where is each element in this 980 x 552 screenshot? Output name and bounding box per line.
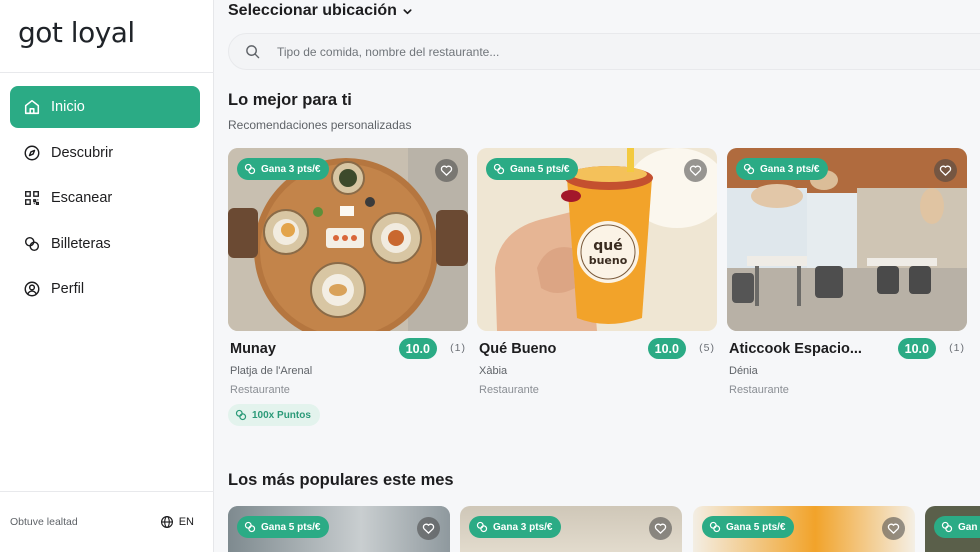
restaurant-name: Munay [230,341,276,357]
compass-icon [23,144,41,162]
favorite-button[interactable] [882,517,905,540]
restaurant-city: Dénia [729,365,758,377]
qr-code-icon [23,189,41,207]
restaurant-type: Restaurante [729,384,789,396]
restaurant-type: Restaurante [479,384,539,396]
points-label: 100x Puntos [252,409,311,421]
coins-icon [23,235,41,253]
section-title-recommended: Lo mejor para ti [228,91,352,109]
popular-card[interactable]: Gana 5 pts/€ [693,506,915,552]
restaurant-image: Gana 3 pts/€ [727,148,967,331]
favorite-button[interactable] [649,517,672,540]
favorite-button[interactable] [934,159,957,182]
popular-card[interactable]: Gana 3 pts/€ [460,506,682,552]
favorite-button[interactable] [435,159,458,182]
svg-text:bueno: bueno [589,254,628,267]
restaurant-card[interactable]: Gana 3 pts/€ Aticcook Espacio... 10.0 (1… [727,148,967,396]
heart-icon [440,165,453,176]
points-rate-badge: Gana 5 pts/€ [237,516,330,538]
sidebar-item-perfil[interactable]: Perfil [10,268,200,310]
heart-icon [689,165,702,176]
restaurant-name: Aticcook Espacio... [729,341,862,357]
sidebar-item-billeteras[interactable]: Billeteras [10,223,200,265]
home-icon [23,98,41,116]
favorite-button[interactable] [417,517,440,540]
search-bar[interactable]: Tipo de comida, nombre del restaurante..… [228,33,980,70]
sidebar-item-escanear[interactable]: Escanear [10,177,200,219]
sidebar-item-label: Descubrir [51,144,114,161]
sidebar-divider [0,72,214,73]
review-count: (1) [450,342,466,354]
restaurant-name: Qué Bueno [479,341,557,357]
coins-icon [476,521,488,533]
points-rate-badge: Gan [934,516,980,538]
restaurant-image: Gana 3 pts/€ [228,148,468,331]
language-label: EN [178,516,194,528]
sidebar-item-label: Inicio [51,99,85,115]
review-count: (1) [949,342,965,354]
location-selector[interactable]: Seleccionar ubicación [228,2,413,20]
coins-icon [941,521,953,533]
badge-label: Gan [958,521,978,533]
sidebar-nav: Inicio Descubrir Escanear Billeteras Per… [10,86,200,314]
coins-icon [244,163,256,175]
restaurant-city: Xàbia [479,365,508,377]
sidebar-item-label: Escanear [51,190,113,206]
restaurant-card[interactable]: Gana 3 pts/€ Munay 10.0 (1) Platja de l'… [228,148,468,426]
sidebar-item-label: Billeteras [51,235,111,252]
sidebar-footer: Obtuve lealtad EN [0,492,214,552]
points-rate-badge: Gana 3 pts/€ [237,158,330,180]
favorite-button[interactable] [684,159,707,182]
restaurant-image: qué bueno Gana 5 pts/€ [477,148,717,331]
location-label: Seleccionar ubicación [228,2,397,19]
heart-icon [939,165,952,176]
main-content: Seleccionar ubicación Tipo de comida, no… [214,0,980,552]
rating-badge: 10.0 [647,338,686,359]
heart-icon [654,523,667,534]
review-count: (5) [699,342,715,354]
sidebar: got loyal Inicio Descubrir Escanear Bill… [0,0,214,552]
search-icon [246,45,260,59]
popular-card[interactable]: Gana 5 pts/€ [228,506,450,552]
badge-label: Gana 5 pts/€ [510,163,570,175]
sidebar-item-descubrir[interactable]: Descubrir [10,132,200,174]
popular-card[interactable]: Gan [925,506,980,552]
user-icon [23,280,41,298]
rating-badge: 10.0 [897,338,936,359]
coins-icon [493,163,505,175]
badge-label: Gana 3 pts/€ [493,521,553,533]
points-multiplier-badge: 100x Puntos [228,404,320,426]
chevron-down-icon [403,8,412,14]
sidebar-item-inicio[interactable]: Inicio [10,86,200,128]
badge-label: Gana 3 pts/€ [261,163,321,175]
points-rate-badge: Gana 5 pts/€ [486,158,579,180]
coins-icon [709,521,721,533]
section-subtitle-recommended: Recomendaciones personalizadas [228,118,412,132]
heart-icon [422,523,435,534]
search-input[interactable]: Tipo de comida, nombre del restaurante..… [277,45,499,59]
badge-label: Gana 5 pts/€ [261,521,321,533]
points-rate-badge: Gana 5 pts/€ [702,516,795,538]
rating-badge: 10.0 [398,338,437,359]
badge-label: Gana 5 pts/€ [726,521,786,533]
restaurant-card[interactable]: qué bueno Gana 5 pts/€ Qué Bueno 10.0 (5… [477,148,717,396]
footer-text: Obtuve lealtad [10,516,78,528]
svg-text:qué: qué [593,238,622,254]
restaurant-type: Restaurante [230,384,290,396]
badge-label: Gana 3 pts/€ [760,163,820,175]
restaurant-city: Platja de l'Arenal [230,365,313,377]
section-title-popular: Los más populares este mes [228,471,454,489]
points-rate-badge: Gana 3 pts/€ [469,516,562,538]
coins-icon [743,163,755,175]
language-switcher[interactable]: EN [160,515,194,529]
sidebar-item-label: Perfil [51,281,85,297]
coins-icon [235,409,247,421]
heart-icon [887,523,900,534]
globe-icon [160,516,173,528]
app-logo[interactable]: got loyal [18,16,135,49]
coins-icon [244,521,256,533]
points-rate-badge: Gana 3 pts/€ [736,158,829,180]
